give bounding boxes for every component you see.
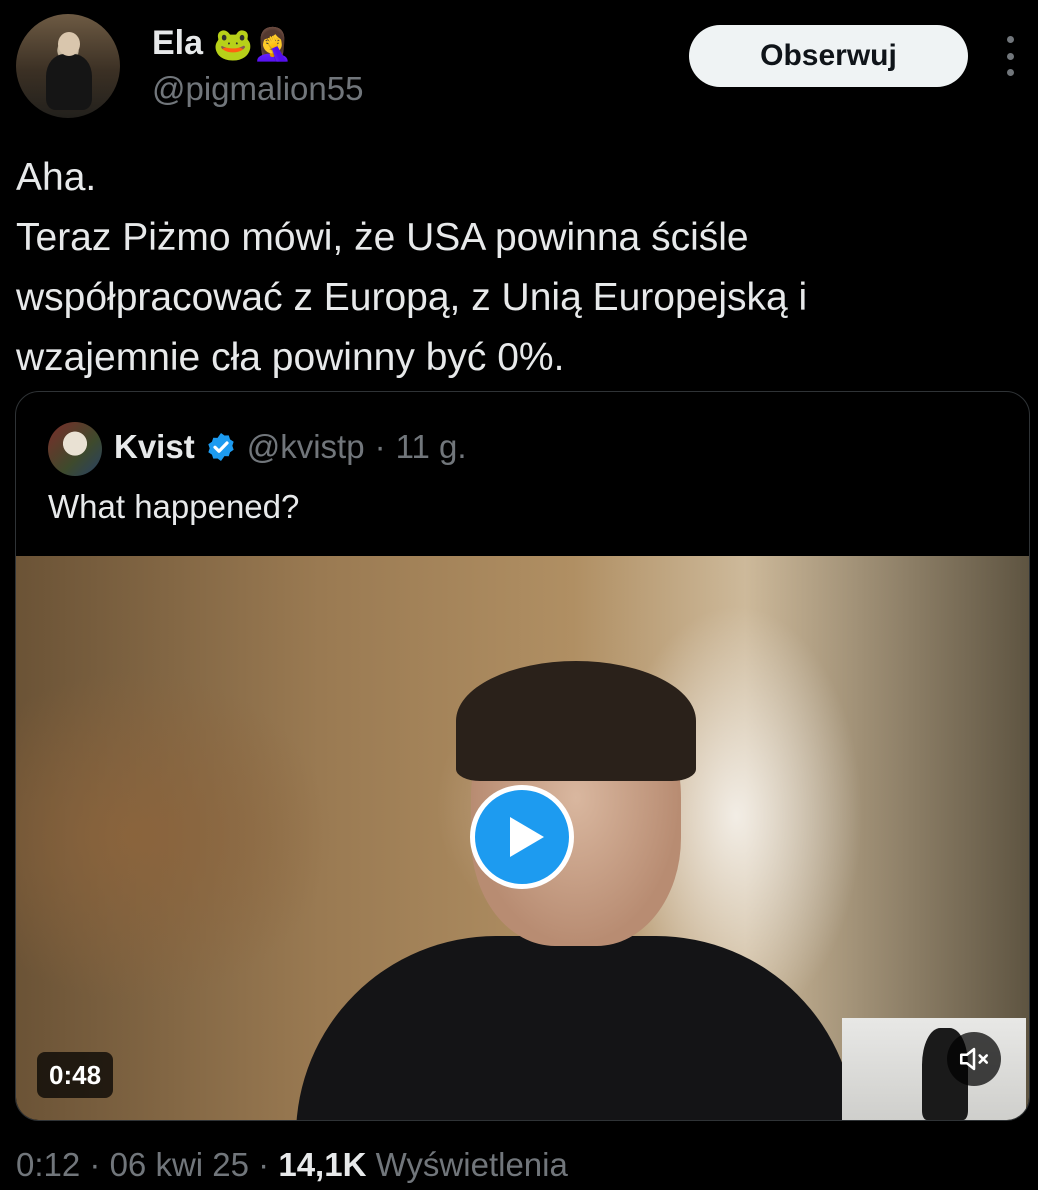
speaker-muted-icon [959,1047,989,1071]
follow-button[interactable]: Obserwuj [689,25,968,87]
more-dot [1006,36,1014,43]
post-date[interactable]: 06 kwi 25 [110,1146,249,1183]
meta-separator: · [258,1146,270,1183]
more-dot [1006,52,1014,60]
avatar-figure [46,54,92,110]
tweet-text-line: współpracować z Europą, z Unią Europejsk… [16,276,808,319]
video-player[interactable]: 0:48 [16,556,1029,1120]
more-dot [1006,69,1014,76]
author-display-name[interactable]: Ela [152,24,203,63]
video-frame-hair [456,661,696,781]
tweet-text: Aha. Teraz Piżmo mówi, że USA powinna śc… [16,148,1016,388]
tweet-text-line: wzajemnie cła powinny być 0%. [16,336,565,379]
quoted-author-name[interactable]: Kvist [114,428,195,466]
quoted-tweet-text: What happened? [48,488,300,525]
verified-badge-icon [208,433,234,461]
tweet-text-line: Aha. [16,156,97,199]
quoted-author-avatar[interactable] [48,422,102,476]
quoted-author-handle[interactable]: @kvistp [247,428,365,466]
views-count: 14,1K [278,1146,367,1183]
author-name-emojis: 🐸🤦‍♀️ [213,25,293,62]
sign-language-inset [842,1018,1026,1120]
author-avatar[interactable] [16,14,120,118]
views-label: Wyświetlenia [375,1146,568,1183]
tweet-meta-footer: 0:12 · 06 kwi 25 · 14,1K Wyświetlenia [16,1146,568,1184]
meta-separator: · [89,1146,101,1183]
video-duration-badge: 0:48 [37,1052,114,1098]
video-frame-body [296,936,856,1120]
quoted-author-row: Kvist @kvistp · 11 g. [114,428,467,466]
author-name-row[interactable]: Ela 🐸🤦‍♀️ [152,24,293,63]
mute-button[interactable] [947,1032,1001,1086]
avatar-head [58,32,80,56]
play-button[interactable] [470,785,574,889]
post-time[interactable]: 0:12 [16,1146,80,1183]
play-icon [510,817,544,857]
tweet-text-line: Teraz Piżmo mówi, że USA powinna ściśle [16,216,749,259]
more-options-icon[interactable] [998,36,1022,76]
quoted-tweet-card[interactable]: Kvist @kvistp · 11 g. What happened? 0:4… [15,391,1030,1121]
meta-separator: · [374,428,386,465]
quoted-tweet-age[interactable]: 11 g. [396,428,467,466]
author-handle[interactable]: @pigmalion55 [152,70,363,108]
